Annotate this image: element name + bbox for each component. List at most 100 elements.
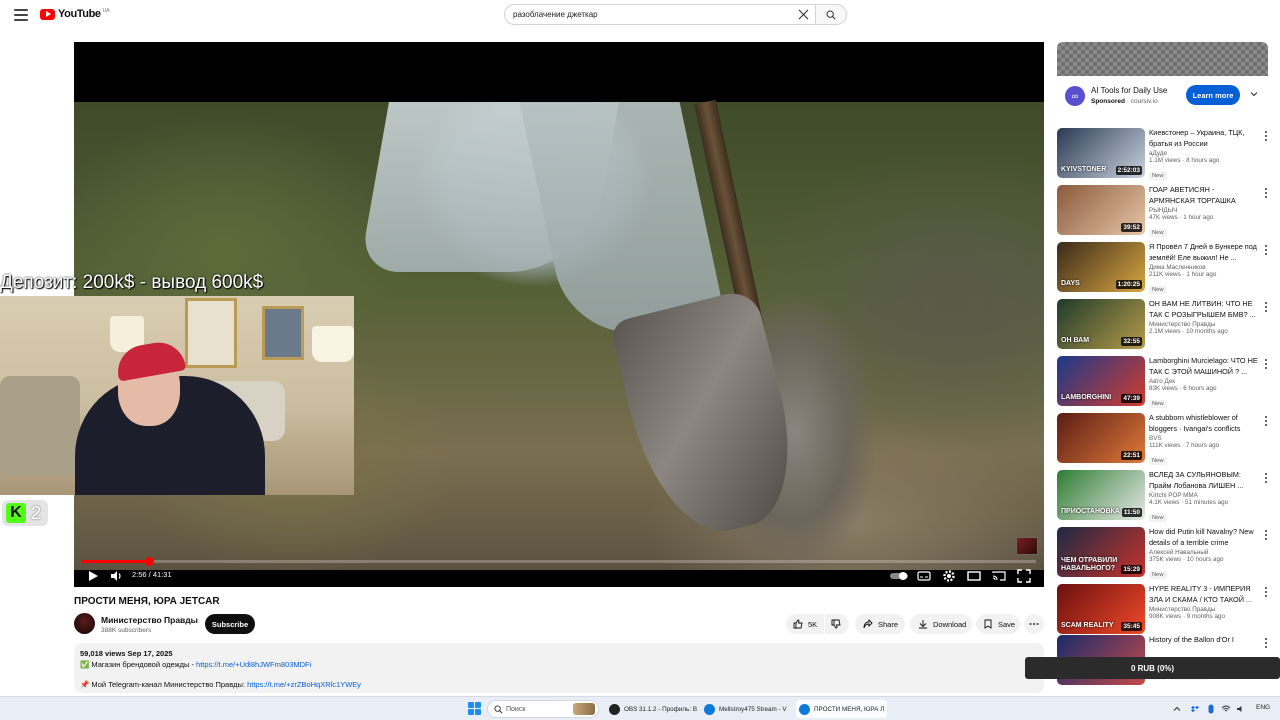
recommendation-channel[interactable]: аДуде: [1149, 150, 1259, 157]
search-button[interactable]: [815, 4, 847, 25]
like-button[interactable]: 5K: [786, 614, 824, 634]
description-box[interactable]: 59,018 views Sep 17, 2025 ✅ Магазин брен…: [74, 643, 1044, 693]
more-vertical-icon[interactable]: [1262, 358, 1270, 370]
autoplay-toggle-icon[interactable]: [889, 569, 909, 583]
description-line-1: ✅ Магазин брендовой одежды - https://t.m…: [80, 660, 311, 669]
edge-icon: [704, 703, 715, 715]
recommendation-channel[interactable]: Дима Масленников: [1149, 264, 1259, 271]
learn-more-button[interactable]: Learn more: [1186, 85, 1240, 105]
duration-badge: 39:52: [1121, 223, 1142, 232]
recommendation-thumbnail[interactable]: ОН ВАМ 32:55: [1057, 299, 1145, 349]
recommendation-title[interactable]: Lamborghini Murcielago: ЧТО НЕ ТАК С ЭТО…: [1149, 356, 1259, 377]
recommendation-card[interactable]: ОН ВАМ 32:55 ОН ВАМ НЕ ЛИТВИН: ЧТО НЕ ТАК …: [1057, 299, 1272, 351]
recommendation-thumbnail[interactable]: 22:51: [1057, 413, 1145, 463]
more-actions-button[interactable]: [1024, 614, 1044, 634]
chevron-down-icon[interactable]: [1249, 89, 1259, 99]
settings-gear-icon[interactable]: [942, 569, 956, 583]
recommendation-card[interactable]: LAMBORGHINI 47:39 Lamborghini Murcielago: …: [1057, 356, 1272, 408]
hamburger-menu-icon[interactable]: [14, 9, 28, 21]
play-icon[interactable]: [86, 569, 100, 583]
progress-fill: [82, 560, 150, 563]
more-vertical-icon[interactable]: [1262, 301, 1270, 313]
recommendation-title[interactable]: ВСЛЕД ЗА СУЛЬЯНОВЫМ: Прайм Лобанова ЛИШЕ…: [1149, 470, 1259, 491]
recommendation-thumbnail[interactable]: DAYS 1:20:25: [1057, 242, 1145, 292]
volume-icon[interactable]: [109, 569, 123, 583]
recommendation-card[interactable]: 39:52 ГОАР АВЕТИСЯН - АРМЯНСКАЯ ТОРГАШКА Р…: [1057, 185, 1272, 237]
more-vertical-icon[interactable]: [1262, 586, 1270, 598]
logo-text: YouTube: [58, 8, 101, 20]
more-vertical-icon[interactable]: [1262, 529, 1270, 541]
recommendation-channel[interactable]: Министерство Правды: [1149, 321, 1259, 328]
tray-wifi-icon[interactable]: [1221, 703, 1231, 715]
taskbar-search[interactable]: Поиск: [487, 700, 599, 718]
new-badge: New: [1149, 172, 1167, 180]
more-vertical-icon[interactable]: [1262, 130, 1270, 142]
tray-dropbox-icon[interactable]: [1190, 703, 1200, 715]
taskbar-app-obs[interactable]: OBS 31.1.2 - Профиль: B: [606, 700, 700, 718]
recommendation-title[interactable]: Киевстонер – Украина, ТЦК, братья из Рос…: [1149, 128, 1259, 149]
recommendation-thumbnail[interactable]: LAMBORGHINI 47:39: [1057, 356, 1145, 406]
download-button[interactable]: Download: [910, 614, 972, 634]
recommendation-card[interactable]: ЧЕМ ОТРАВИЛИ НАВАЛЬНОГО? 15:29 How did Put…: [1057, 527, 1272, 579]
share-button[interactable]: Share: [855, 614, 905, 634]
search-icon: [826, 10, 836, 20]
more-vertical-icon[interactable]: [1262, 244, 1270, 256]
recommendation-title[interactable]: ОН ВАМ НЕ ЛИТВИН: ЧТО НЕ ТАК С РОЗЫГРЫШЕ…: [1149, 299, 1259, 320]
subscribe-button[interactable]: Subscribe: [205, 614, 255, 634]
recommendation-thumbnail[interactable]: ПРИОСТАНОВКА 11:50: [1057, 470, 1145, 520]
recommendation-thumbnail[interactable]: 39:52: [1057, 185, 1145, 235]
search-input[interactable]: [513, 10, 793, 19]
youtube-logo[interactable]: YouTube UA: [40, 8, 110, 20]
recommendation-meta: 375K views · 10 hours ago: [1149, 556, 1224, 563]
more-vertical-icon[interactable]: [1262, 637, 1270, 649]
taskbar-app-edge-youtube[interactable]: ПРОСТИ МЕНЯ, ЮРА Л: [796, 700, 888, 718]
save-button[interactable]: Save: [976, 614, 1020, 634]
more-vertical-icon[interactable]: [1262, 415, 1270, 427]
recommendation-card[interactable]: DAYS 1:20:25 Я Провёл 7 Дней в Бункере под…: [1057, 242, 1272, 294]
recommendation-channel[interactable]: Министерство Правды: [1149, 606, 1259, 613]
recommendation-title[interactable]: History of the Ballon d'Or I: [1149, 635, 1259, 656]
recommendation-thumbnail[interactable]: KYIVSTONER 2:52:03: [1057, 128, 1145, 178]
tray-volume-icon[interactable]: [1236, 703, 1246, 715]
fullscreen-icon[interactable]: [1017, 569, 1031, 583]
subtitles-icon[interactable]: [917, 569, 931, 583]
recommendation-title[interactable]: How did Putin kill Navalny? New details …: [1149, 527, 1259, 548]
kick-badge-count: 2: [31, 502, 42, 523]
thumbnail-caption: DAYS: [1061, 280, 1080, 287]
recommendation-title[interactable]: ГОАР АВЕТИСЯН - АРМЯНСКАЯ ТОРГАШКА: [1149, 185, 1259, 206]
ad-row[interactable]: ∞ AI Tools for Daily Use Sponsored · cou…: [1057, 78, 1268, 116]
recommendation-channel[interactable]: Авто Дек: [1149, 378, 1259, 385]
recommendation-card[interactable]: ПРИОСТАНОВКА 11:50 ВСЛЕД ЗА СУЛЬЯНОВЫМ: Пр…: [1057, 470, 1272, 522]
recommendation-channel[interactable]: Алексей Навальный: [1149, 549, 1259, 556]
description-link-1[interactable]: https://t.me/+Udi8hJWFm803MDFi: [196, 660, 311, 669]
recommendation-thumbnail[interactable]: SCAM REALITY 35:45: [1057, 584, 1145, 634]
cast-icon[interactable]: [992, 569, 1006, 583]
channel-name[interactable]: Министерство Правды: [101, 615, 198, 625]
channel-avatar[interactable]: [74, 613, 95, 634]
donation-goal-bar: 0 RUB (0%): [1025, 657, 1280, 679]
recommendation-title[interactable]: HYPE REALITY 3 - ИМПЕРИЯ ЗЛА И СКАМА / К…: [1149, 584, 1259, 605]
recommendation-card[interactable]: KYIVSTONER 2:52:03 Киевстонер – Украина, Т…: [1057, 128, 1272, 180]
recommendation-channel[interactable]: РЫНДЫЧ: [1149, 207, 1259, 214]
tray-bluetooth-icon[interactable]: [1206, 703, 1216, 715]
progress-bar[interactable]: [82, 557, 1036, 566]
dislike-button[interactable]: [825, 614, 849, 634]
recommendation-card[interactable]: 22:51 A stubborn whistleblower of blogger…: [1057, 413, 1272, 465]
more-vertical-icon[interactable]: [1262, 187, 1270, 199]
recommendation-thumbnail[interactable]: ЧЕМ ОТРАВИЛИ НАВАЛЬНОГО? 15:29: [1057, 527, 1145, 577]
recommendation-title[interactable]: Я Провёл 7 Дней в Бункере под землёй! Ел…: [1149, 242, 1259, 263]
recommendation-card[interactable]: SCAM REALITY 35:45 HYPE REALITY 3 - ИМПЕРИ…: [1057, 584, 1272, 636]
windows-start-icon[interactable]: [468, 702, 481, 715]
recommendation-channel[interactable]: Kirtchi POP MMA: [1149, 492, 1259, 499]
clear-search-icon[interactable]: [798, 9, 809, 20]
theater-mode-icon[interactable]: [967, 569, 981, 583]
keyboard-language[interactable]: ENG: [1256, 704, 1270, 711]
channel-watermark[interactable]: [1016, 537, 1038, 555]
ad-banner-image[interactable]: [1057, 42, 1268, 76]
taskbar-app-edge-stream[interactable]: Mellstroy475 Stream - V: [701, 700, 790, 718]
recommendation-title[interactable]: A stubborn whistleblower of bloggers · I…: [1149, 413, 1259, 434]
tray-chevron-up-icon[interactable]: [1172, 703, 1182, 715]
more-vertical-icon[interactable]: [1262, 472, 1270, 484]
description-link-2[interactable]: https://t.me/+zrZBoHqXRlc1YWEy: [247, 680, 361, 689]
recommendation-channel[interactable]: BVS: [1149, 435, 1259, 442]
